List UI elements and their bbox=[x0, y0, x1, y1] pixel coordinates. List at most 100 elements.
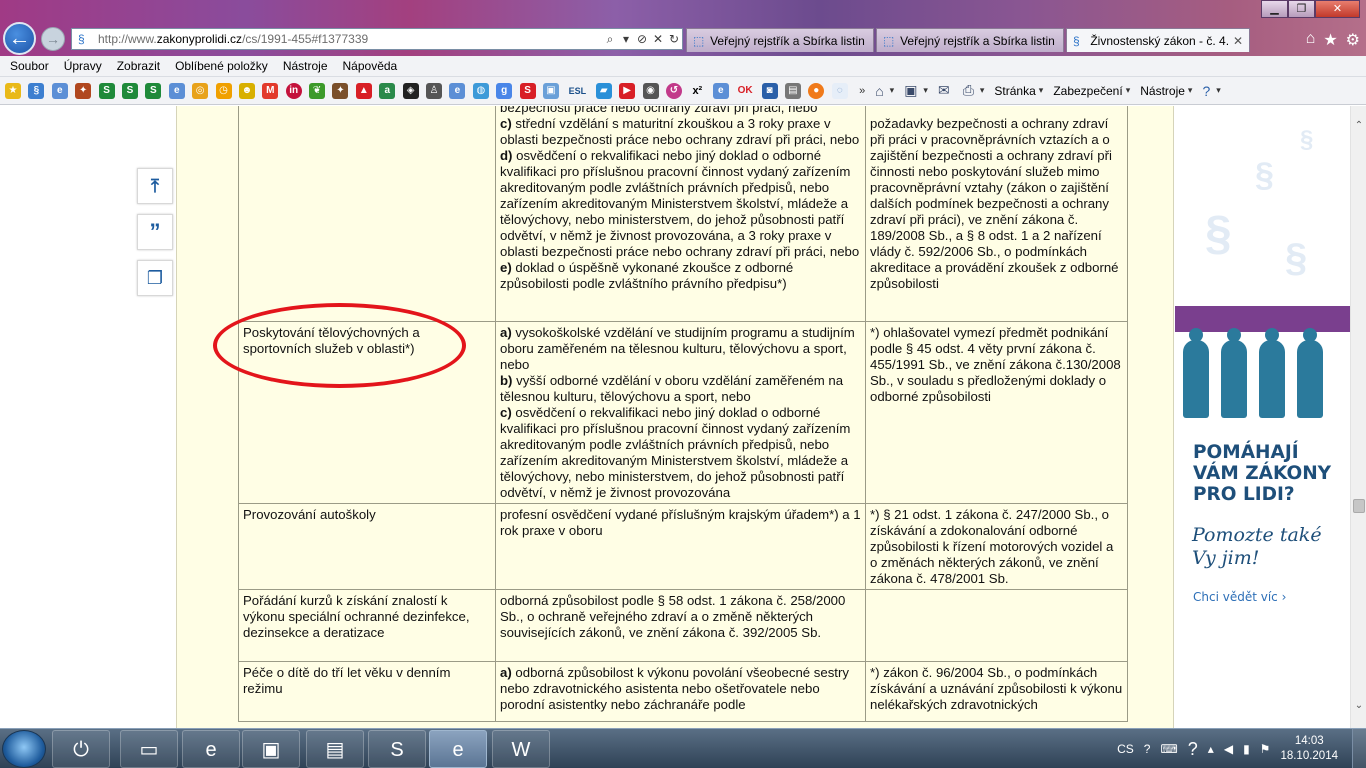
scroll-up-icon[interactable]: ⌃ bbox=[1351, 118, 1366, 134]
address-bar[interactable]: § http://www.zakonyprolidi.cz/cs/1991-45… bbox=[71, 28, 683, 50]
fav-face-icon[interactable]: ☻ bbox=[238, 82, 255, 99]
fav-clock-icon[interactable]: ◷ bbox=[215, 82, 232, 99]
fav-page-icon[interactable]: e bbox=[168, 82, 185, 99]
favorites-star-icon[interactable]: ★ bbox=[5, 82, 21, 99]
fav-ids-icon[interactable]: ◈ bbox=[402, 82, 419, 99]
back-button[interactable]: ← bbox=[3, 22, 36, 55]
fav-google-icon[interactable]: g bbox=[496, 82, 513, 99]
fav-reel-icon[interactable]: ◉ bbox=[642, 82, 659, 99]
help-circle-icon[interactable]: ? bbox=[1188, 739, 1198, 760]
taskbar-ie-active[interactable]: e bbox=[429, 730, 487, 768]
maximize-button[interactable]: ❐ bbox=[1288, 0, 1315, 18]
stop-icon[interactable]: ✕ bbox=[650, 32, 666, 46]
ad-link[interactable]: Chci vědět víc › bbox=[1193, 590, 1286, 604]
fav-page-icon[interactable]: e bbox=[51, 82, 68, 99]
url-text[interactable]: http://www.zakonyprolidi.cz/cs/1991-455#… bbox=[98, 32, 602, 46]
action-center-icon[interactable]: ⚑ bbox=[1260, 742, 1271, 756]
search-icon[interactable]: ⌕ bbox=[602, 32, 618, 47]
fav-zakony-icon[interactable]: § bbox=[28, 82, 45, 99]
dropdown-icon[interactable]: ▾ bbox=[618, 32, 634, 46]
page-command[interactable]: Stránka ▾ bbox=[994, 84, 1043, 98]
home-icon[interactable]: ⌂ bbox=[1306, 30, 1316, 50]
language-indicator[interactable]: CS bbox=[1117, 742, 1134, 756]
taskbar-media[interactable]: ▤ bbox=[306, 730, 364, 768]
taskbar-power-app[interactable]: ⏻ bbox=[52, 730, 110, 768]
fav-bubble-icon[interactable]: ◌ bbox=[831, 82, 848, 99]
fav-glasses-icon[interactable]: ◎ bbox=[192, 82, 209, 99]
taskbar-explorer[interactable]: ▭ bbox=[120, 730, 178, 768]
network-signal-icon[interactable]: ▮ bbox=[1243, 742, 1250, 756]
refresh-icon[interactable]: ↻ bbox=[666, 32, 682, 46]
minimize-button[interactable]: ▁ bbox=[1261, 0, 1288, 18]
tools-command[interactable]: Nástroje ▾ bbox=[1140, 84, 1192, 98]
taskbar-word[interactable]: W bbox=[492, 730, 550, 768]
new-window-button[interactable]: ❐ bbox=[137, 260, 173, 296]
mail-command[interactable]: ✉ bbox=[938, 82, 953, 99]
fav-s-icon[interactable]: S bbox=[121, 82, 138, 99]
quote-button[interactable]: ” bbox=[137, 214, 173, 250]
favorites-star-icon[interactable]: ★ bbox=[1323, 30, 1337, 50]
show-hidden-icons-chevron-icon[interactable]: ▴ bbox=[1208, 742, 1214, 756]
fav-chat-icon[interactable]: ▰ bbox=[595, 82, 612, 99]
help-command[interactable]: ? ▾ bbox=[1202, 83, 1220, 99]
fav-app-icon[interactable]: ▤ bbox=[784, 82, 801, 99]
feeds-command[interactable]: ▣ ▾ bbox=[904, 82, 928, 99]
fav-ok-icon[interactable]: OK bbox=[736, 82, 755, 99]
close-window-button[interactable]: ✕ bbox=[1315, 0, 1360, 18]
vertical-scrollbar[interactable]: ⌃ ⌄ bbox=[1350, 106, 1366, 728]
keyboard-icon[interactable]: ⌨ bbox=[1160, 742, 1177, 756]
menu-soubor[interactable]: Soubor bbox=[10, 59, 49, 73]
fav-swirl-icon[interactable]: ↺ bbox=[665, 82, 682, 99]
taskbar-ie[interactable]: e bbox=[182, 730, 240, 768]
more-favorites-chevron-icon[interactable]: » bbox=[859, 85, 865, 97]
fav-s-icon[interactable]: S bbox=[98, 82, 115, 99]
fav-esl-icon[interactable]: ESL bbox=[566, 82, 589, 99]
fav-bank-icon[interactable]: ▲ bbox=[355, 82, 372, 99]
side-advertisement[interactable]: § § § § POMÁHAJÍ VÁM ZÁKONY PRO LIDI? Po… bbox=[1175, 106, 1350, 728]
taskbar-skype[interactable]: S bbox=[368, 730, 426, 768]
safety-command[interactable]: Zabezpečení ▾ bbox=[1053, 84, 1130, 98]
fav-walker-icon[interactable]: ♙ bbox=[426, 82, 443, 99]
fav-leaf-icon[interactable]: ❦ bbox=[309, 82, 326, 99]
scroll-to-top-button[interactable]: ⤒ bbox=[137, 168, 173, 204]
fav-globe-icon[interactable]: ◍ bbox=[472, 82, 489, 99]
home-command[interactable]: ⌂ ▾ bbox=[875, 83, 894, 99]
menu-napoveda[interactable]: Nápověda bbox=[343, 59, 398, 73]
fav-x2-icon[interactable]: x² bbox=[689, 82, 706, 99]
scroll-down-icon[interactable]: ⌄ bbox=[1351, 698, 1366, 714]
fav-a-icon[interactable]: a bbox=[379, 82, 396, 99]
scrollbar-thumb[interactable] bbox=[1353, 499, 1365, 513]
menu-zobrazit[interactable]: Zobrazit bbox=[117, 59, 160, 73]
tab-zivnostensky-zakon[interactable]: § Živnostenský zákon - č. 4... ✕ bbox=[1066, 28, 1250, 52]
fav-camera-icon[interactable]: ◙ bbox=[761, 82, 778, 99]
settings-gear-icon[interactable]: ⚙ bbox=[1346, 30, 1360, 50]
tab-rejstrik-2[interactable]: ⬚ Veřejný rejstřík a Sbírka listin ... bbox=[876, 28, 1064, 52]
fav-bird-icon[interactable]: ✦ bbox=[75, 82, 92, 99]
show-desktop-button[interactable] bbox=[1352, 729, 1366, 768]
fav-card-icon[interactable]: ▣ bbox=[542, 82, 559, 99]
fav-s-red-icon[interactable]: S bbox=[519, 82, 536, 99]
clock[interactable]: 14:03 18.10.2014 bbox=[1280, 734, 1338, 764]
fav-page-icon[interactable]: e bbox=[449, 82, 466, 99]
close-tab-icon[interactable]: ✕ bbox=[1229, 34, 1243, 48]
forward-button[interactable]: → bbox=[41, 27, 65, 51]
volume-icon[interactable]: ◀ bbox=[1224, 742, 1233, 756]
fav-youtube-icon[interactable]: ▶ bbox=[619, 82, 636, 99]
menu-nastroje[interactable]: Nástroje bbox=[283, 59, 328, 73]
taskbar-hp[interactable]: ▣ bbox=[242, 730, 300, 768]
start-button[interactable] bbox=[2, 730, 46, 768]
fav-s-icon[interactable]: S bbox=[145, 82, 162, 99]
fav-orange-icon[interactable]: ● bbox=[808, 82, 825, 99]
help-icon[interactable]: ? bbox=[1144, 742, 1151, 756]
menu-upravy[interactable]: Úpravy bbox=[64, 59, 102, 73]
fav-bird-icon[interactable]: ✦ bbox=[332, 82, 349, 99]
fav-page-icon[interactable]: e bbox=[712, 82, 729, 99]
print-command[interactable]: ⎙ ▾ bbox=[963, 82, 985, 99]
tab-rejstrik-1[interactable]: ⬚ Veřejný rejstřík a Sbírka listin ... bbox=[686, 28, 874, 52]
compat-view-icon[interactable]: ⊘ bbox=[634, 32, 650, 46]
fav-in-icon[interactable]: in bbox=[285, 82, 302, 99]
menu-oblibene[interactable]: Oblíbené položky bbox=[175, 59, 268, 73]
tab-label: Veřejný rejstřík a Sbírka listin ... bbox=[710, 33, 867, 48]
fav-m-icon[interactable]: M bbox=[262, 82, 279, 99]
ad-title: POMÁHAJÍ VÁM ZÁKONY PRO LIDI? bbox=[1193, 442, 1332, 505]
